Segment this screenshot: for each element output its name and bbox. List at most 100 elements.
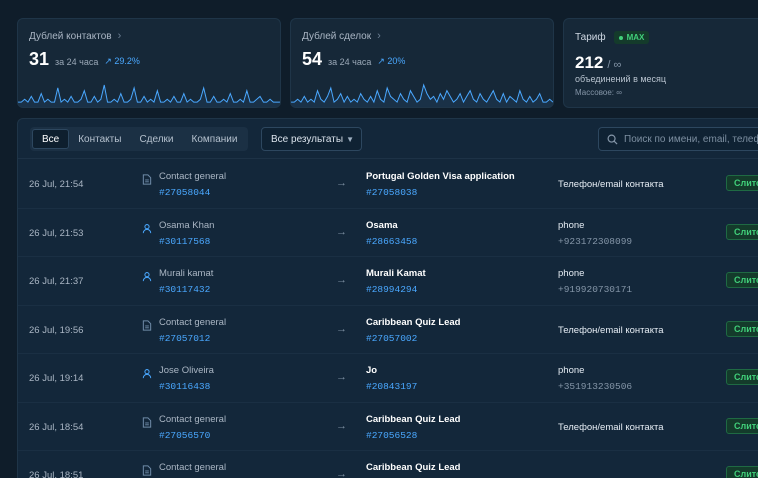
deals-duplicates-card[interactable]: Дублей сделок › 54 за 24 часа ↗ 20% [290, 18, 554, 108]
row-date: 26 Jul, 18:54 [29, 421, 84, 433]
row-target-id-link[interactable]: #27057002 [366, 333, 417, 344]
arrow-right-icon: → [336, 468, 347, 478]
tariff-card: Тариф MAX 212 / ∞ объединений в месяц Ма… [563, 18, 758, 108]
row-target-name: Murali Kamat [366, 268, 426, 279]
search-box[interactable] [598, 127, 758, 151]
row-merge-field: Телефон/email контакта [558, 421, 664, 433]
table-row[interactable]: 26 Jul, 19:14 Jose Oliveira #30116438 → … [18, 354, 758, 403]
row-source-name: Contact general [159, 171, 227, 182]
row-merge-field: phone [558, 365, 585, 376]
row-target-name: Jo [366, 365, 378, 376]
contacts-sparkline [18, 84, 280, 107]
dashboard: Дублей контактов › 31 за 24 часа ↗ 29.2%… [0, 0, 758, 478]
tariff-count: 212 [575, 53, 604, 72]
table-row[interactable]: 26 Jul, 21:54 Contact general #27058044 … [18, 160, 758, 209]
document-icon [142, 463, 153, 476]
status-dot-icon [618, 35, 623, 40]
row-target-id-link[interactable]: #27058038 [366, 187, 417, 198]
merge-log-list: 26 Jul, 21:54 Contact general #27058044 … [18, 160, 758, 478]
arrow-right-icon: → [336, 274, 347, 286]
deals-card-value: 54 [302, 49, 323, 69]
row-merge-field: phone [558, 268, 585, 279]
table-row[interactable]: 26 Jul, 21:53 Osama Khan #30117568 → Osa… [18, 209, 758, 257]
row-target-name: Portugal Golden Visa application [366, 171, 515, 182]
results-filter-select[interactable]: Все результаты ▼ [261, 127, 362, 151]
row-source-id-link[interactable]: #27058044 [159, 187, 210, 198]
row-target-id-link[interactable]: #28994294 [366, 284, 417, 295]
arrow-right-icon: → [336, 371, 347, 383]
tab-deals[interactable]: Сделки [130, 129, 182, 149]
deals-card-header: Дублей сделок › [302, 30, 381, 42]
row-source-id-link[interactable]: #27057012 [159, 333, 210, 344]
row-date: 26 Jul, 21:54 [29, 179, 84, 190]
row-merge-value: +351913230506 [558, 381, 633, 392]
document-icon [142, 415, 153, 428]
deals-card-title: Дублей сделок [302, 30, 372, 42]
table-row[interactable]: 26 Jul, 21:37 Murali kamat #30117432 → M… [18, 257, 758, 306]
user-icon [142, 366, 153, 379]
row-source-id-link[interactable]: #27056570 [159, 430, 210, 441]
row-merge-field: Телефон/email контакта [558, 324, 664, 336]
deals-card-change: ↗ 20% [377, 56, 406, 66]
toolbar: Все Контакты Сделки Компании Все результ… [18, 119, 758, 159]
table-row[interactable]: 26 Jul, 18:54 Contact general #27056570 … [18, 403, 758, 451]
document-icon [142, 318, 153, 331]
row-target-name: Caribbean Quiz Lead [366, 413, 461, 425]
tariff-badge-label: MAX [626, 33, 645, 42]
user-icon [142, 221, 153, 233]
status-badge: Слито [726, 466, 758, 478]
status-badge: Слито [726, 175, 758, 191]
results-filter-value: Все результаты [271, 133, 344, 145]
row-date: 26 Jul, 19:56 [29, 324, 84, 336]
arrow-right-icon: → [336, 419, 347, 432]
row-source-id-link[interactable]: #30117432 [159, 284, 210, 295]
row-merge-value: +923172308099 [558, 235, 633, 247]
table-row[interactable]: 26 Jul, 19:56 Contact general #27057012 … [18, 306, 758, 354]
contacts-card-title: Дублей контактов [29, 30, 112, 42]
tariff-badge: MAX [613, 31, 650, 44]
tab-contacts[interactable]: Контакты [69, 129, 130, 149]
tab-companies[interactable]: Компании [183, 129, 247, 149]
row-merge-field: Телефон/email контакта [558, 179, 664, 190]
contacts-card-change-value: 29.2% [114, 56, 140, 66]
deals-card-sub: за 24 часа ↗ 20% [328, 56, 405, 67]
row-target-id-link[interactable]: #20843197 [366, 381, 417, 392]
tariff-description: объединений в месяц [575, 74, 667, 84]
row-target-name: Caribbean Quiz Lead [366, 316, 461, 328]
document-icon [142, 172, 153, 185]
contacts-card-sub: за 24 часа ↗ 29.2% [55, 56, 140, 67]
arrow-right-icon: → [336, 177, 347, 189]
contacts-duplicates-card[interactable]: Дублей контактов › 31 за 24 часа ↗ 29.2% [17, 18, 281, 108]
contacts-card-value: 31 [29, 49, 50, 69]
contacts-card-header: Дублей контактов › [29, 30, 121, 42]
row-source-name: Murali kamat [159, 268, 214, 279]
arrow-right-icon: → [336, 322, 347, 335]
row-date: 26 Jul, 21:37 [29, 276, 84, 287]
contacts-card-change: ↗ 29.2% [104, 56, 140, 66]
tab-all[interactable]: Все [32, 129, 70, 149]
row-source-id-link[interactable]: #30116438 [159, 381, 210, 392]
status-badge: Слито [726, 320, 758, 337]
row-source-name: Contact general [159, 316, 227, 328]
tariff-value: 212 / ∞ [575, 53, 621, 73]
search-input[interactable] [624, 133, 758, 145]
merge-log-panel: Все Контакты Сделки Компании Все результ… [17, 118, 758, 478]
chevron-right-icon: › [377, 30, 381, 42]
search-icon [607, 134, 618, 145]
row-target-id-link[interactable]: #27056528 [366, 430, 417, 441]
status-badge: Слито [726, 369, 758, 385]
row-target-id-link[interactable]: #28663458 [366, 236, 417, 247]
arrow-right-icon: → [336, 225, 347, 238]
row-date: 26 Jul, 21:53 [29, 227, 84, 239]
tariff-header: Тариф MAX [575, 31, 650, 44]
row-merge-value: +919920730171 [558, 284, 633, 295]
table-row[interactable]: 26 Jul, 18:51 Contact general → Caribbea… [18, 451, 758, 478]
row-target-name: Osama [366, 219, 398, 231]
chevron-down-icon: ▼ [346, 134, 354, 144]
row-source-name: Jose Oliveira [159, 365, 214, 376]
status-badge: Слито [726, 417, 758, 434]
row-target-name: Caribbean Quiz Lead [366, 462, 461, 473]
tariff-unit: / ∞ [607, 59, 622, 71]
row-source-id-link[interactable]: #30117568 [159, 236, 210, 247]
user-icon [142, 269, 153, 282]
